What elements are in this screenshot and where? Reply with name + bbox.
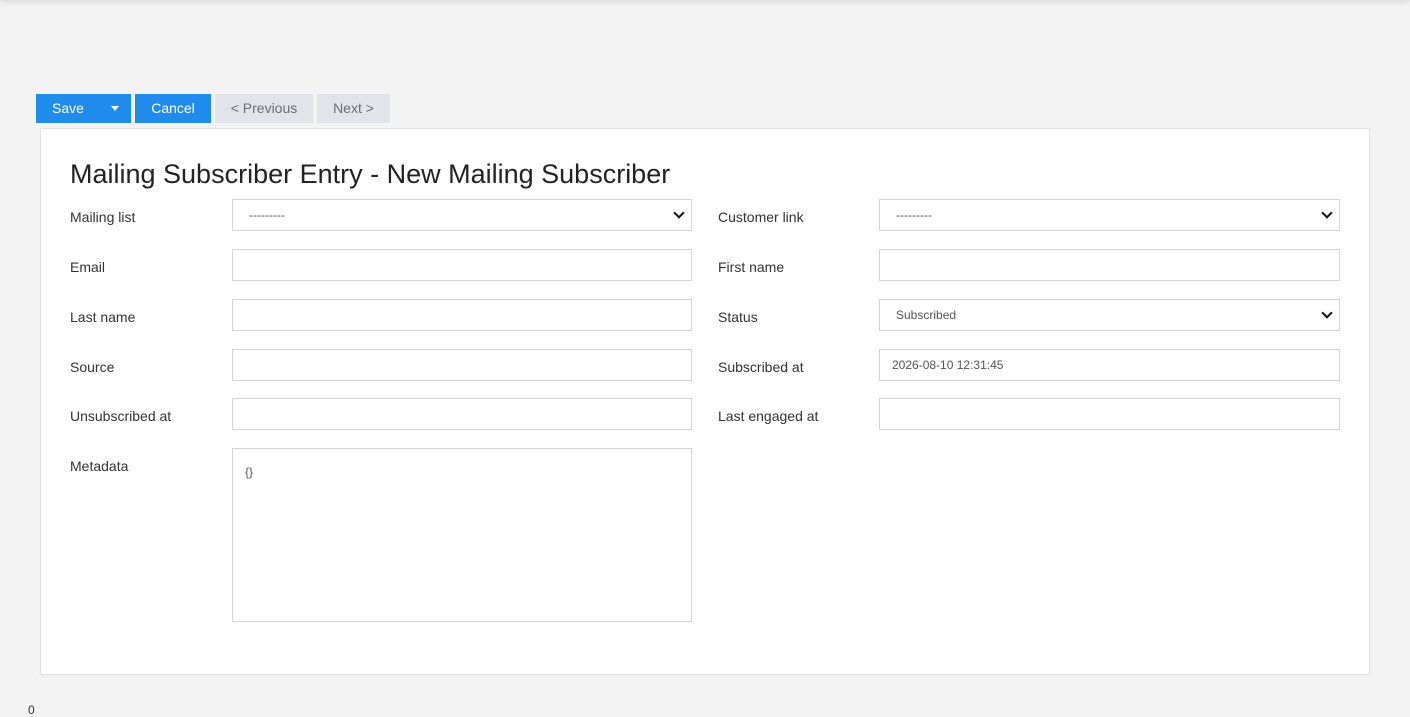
email-label: Email <box>70 259 106 275</box>
action-toolbar: Save Cancel < Previous Next > <box>36 94 390 123</box>
first-name-label: First name <box>718 259 785 275</box>
mailing-list-label: Mailing list <box>70 209 136 225</box>
save-button[interactable]: Save <box>36 94 98 123</box>
subscribed-at-field[interactable] <box>879 349 1340 381</box>
last-name-label: Last name <box>70 309 136 325</box>
first-name-field[interactable] <box>879 249 1340 281</box>
previous-button[interactable]: < Previous <box>215 94 313 123</box>
status-label: Status <box>718 309 758 325</box>
last-engaged-at-field[interactable] <box>879 398 1340 430</box>
metadata-textarea[interactable]: {} <box>232 448 692 622</box>
metadata-label: Metadata <box>70 458 129 474</box>
page-title: Mailing Subscriber Entry - New Mailing S… <box>70 159 671 189</box>
last-name-field[interactable] <box>232 299 692 331</box>
chevron-down-icon <box>1321 207 1333 219</box>
last-engaged-at-label: Last engaged at <box>718 408 819 424</box>
form-card: Mailing Subscriber Entry - New Mailing S… <box>40 128 1370 675</box>
customer-link-label: Customer link <box>718 209 804 225</box>
subscribed-at-label: Subscribed at <box>718 359 804 375</box>
customer-link-selected-value: --------- <box>896 208 932 222</box>
next-button[interactable]: Next > <box>317 94 390 123</box>
mailing-list-selected-value: --------- <box>249 208 285 222</box>
mailing-list-select[interactable]: --------- <box>232 199 692 231</box>
chevron-down-icon <box>673 207 685 219</box>
source-label: Source <box>70 359 115 375</box>
footer-stray-text: 0 <box>28 703 35 717</box>
chevron-down-icon <box>1321 307 1333 319</box>
source-field[interactable] <box>232 349 692 381</box>
status-select[interactable]: Subscribed <box>879 299 1340 331</box>
caret-down-icon <box>110 106 119 111</box>
save-options-dropdown-button[interactable] <box>98 94 131 123</box>
cancel-button[interactable]: Cancel <box>135 94 211 123</box>
status-selected-value: Subscribed <box>896 308 957 322</box>
customer-link-select[interactable]: --------- <box>879 199 1340 231</box>
email-field[interactable] <box>232 249 692 281</box>
unsubscribed-at-label: Unsubscribed at <box>70 408 172 424</box>
unsubscribed-at-field[interactable] <box>232 398 692 430</box>
save-split-button: Save <box>36 94 131 123</box>
